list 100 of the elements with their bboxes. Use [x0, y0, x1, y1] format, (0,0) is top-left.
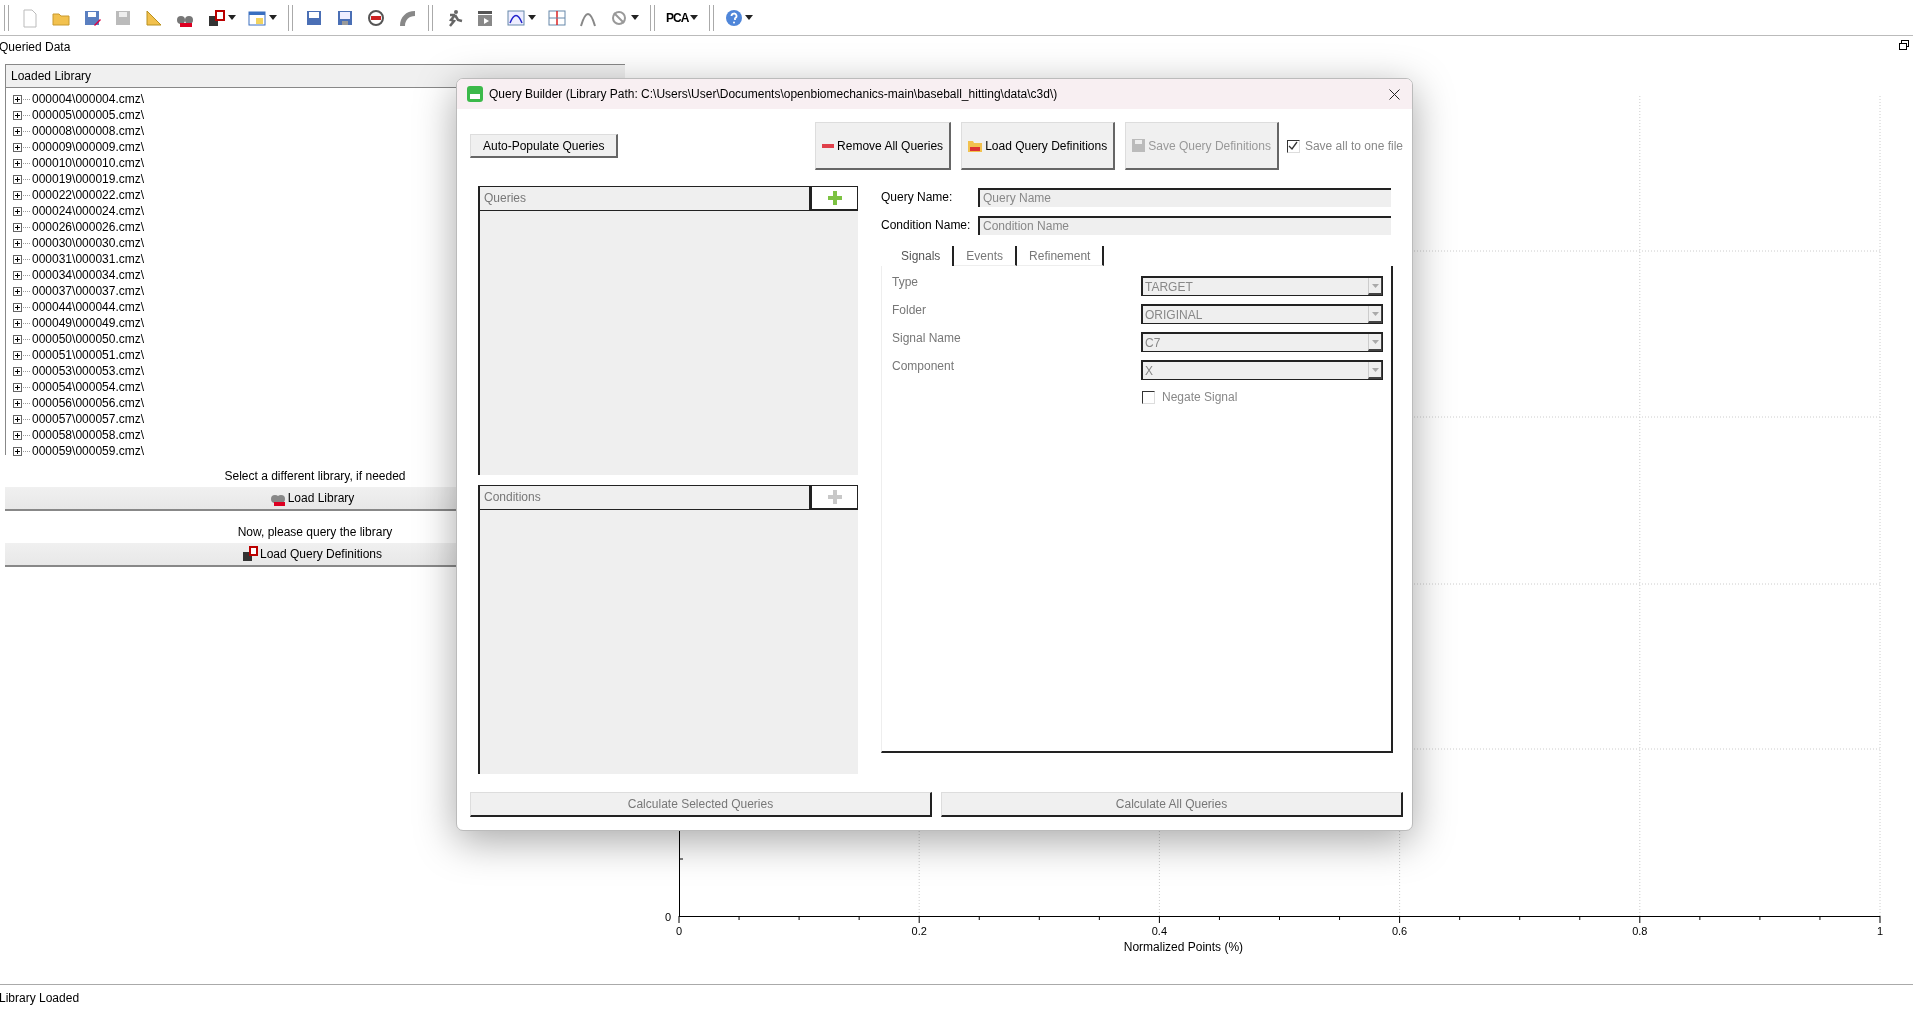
- tree-item[interactable]: 000051\000051.cmz\: [32, 347, 145, 363]
- caret-icon[interactable]: [631, 15, 639, 20]
- expand-icon[interactable]: [13, 366, 22, 376]
- expand-icon[interactable]: [13, 430, 22, 440]
- caret-icon: [1371, 311, 1379, 316]
- caret-icon[interactable]: [745, 15, 754, 20]
- tree-item[interactable]: 000050\000050.cmz\: [32, 331, 145, 347]
- tree-item[interactable]: 000059\000059.cmz\: [32, 443, 145, 459]
- field-label: Component: [892, 358, 956, 374]
- axis-tick-label: 0.2: [911, 925, 927, 937]
- tree-item[interactable]: 000010\000010.cmz\: [32, 155, 145, 171]
- expand-icon[interactable]: [13, 334, 22, 344]
- checkbox-label: Negate Signal: [1162, 390, 1238, 404]
- expand-icon[interactable]: [13, 254, 22, 264]
- expand-icon[interactable]: [13, 206, 22, 216]
- field-label: Signal Name: [892, 330, 962, 346]
- expand-icon[interactable]: [13, 382, 22, 392]
- tree-item[interactable]: 000034\000034.cmz\: [32, 267, 145, 283]
- condition-name-field[interactable]: Condition Name: [978, 215, 1391, 235]
- tree-item[interactable]: 000058\000058.cmz\: [32, 427, 145, 443]
- query-name-field[interactable]: Query Name: [978, 187, 1391, 207]
- curve-icon[interactable]: [506, 7, 526, 28]
- plus-icon: [827, 490, 842, 504]
- pca-menu-button[interactable]: PCA: [666, 10, 689, 25]
- tree-item[interactable]: 000030\000030.cmz\: [32, 235, 145, 251]
- restore-icon[interactable]: [1899, 40, 1909, 50]
- hint-text: Select a different library, if needed: [223, 468, 407, 485]
- caret-icon[interactable]: [228, 15, 236, 20]
- minus-icon: [822, 143, 835, 148]
- expand-icon[interactable]: [13, 222, 22, 232]
- checkbox[interactable]: [1142, 390, 1155, 404]
- tree-item[interactable]: 000008\000008.cmz\: [32, 123, 145, 139]
- field-label: Query Name:: [881, 190, 954, 204]
- expand-icon[interactable]: [13, 350, 22, 360]
- window-title: Query Builder (Library Path: C:\Users\User\Documents\openbiomechanics-main\baseball_hitting\data\c3d\): [489, 87, 1059, 101]
- caret-icon: [1371, 367, 1379, 372]
- list-header: Conditions: [480, 485, 810, 510]
- checkbox-label: Save all to one file: [1304, 139, 1403, 153]
- expand-icon[interactable]: [13, 174, 22, 184]
- field-label: Condition Name:: [881, 218, 972, 232]
- close-icon[interactable]: [1389, 88, 1400, 100]
- panel-title: Queried Data: [0, 40, 72, 56]
- field-label: Folder: [892, 302, 927, 318]
- auto-populate-button[interactable]: Auto-Populate Queries: [470, 134, 619, 158]
- status-text: Library Loaded: [0, 991, 80, 1005]
- tree-item[interactable]: 000009\000009.cmz\: [32, 139, 145, 155]
- expand-icon[interactable]: [13, 190, 22, 200]
- tree-item[interactable]: 000031\000031.cmz\: [32, 251, 145, 267]
- checkbox[interactable]: [1286, 139, 1300, 153]
- tree-item[interactable]: 000004\000004.cmz\: [32, 91, 145, 107]
- caret-icon[interactable]: [269, 15, 277, 20]
- help-icon[interactable]: [725, 8, 744, 27]
- tree-item[interactable]: 000044\000044.cmz\: [32, 299, 145, 315]
- query-icon[interactable]: [206, 7, 226, 28]
- expand-icon[interactable]: [13, 110, 22, 120]
- load-queries-button[interactable]: Load Query Definitions: [961, 122, 1116, 170]
- caret-icon[interactable]: [690, 15, 699, 20]
- tree-item[interactable]: 000026\000026.cmz\: [32, 219, 145, 235]
- expand-icon[interactable]: [13, 302, 22, 312]
- remove-queries-button[interactable]: Remove All Queries: [815, 122, 952, 170]
- plus-icon: [827, 191, 842, 205]
- folder-icon: [968, 139, 983, 152]
- expand-icon[interactable]: [13, 414, 22, 424]
- field-label: Type: [892, 274, 919, 290]
- expand-icon[interactable]: [13, 446, 22, 456]
- tree-item[interactable]: 000024\000024.cmz\: [32, 203, 145, 219]
- expand-icon[interactable]: [13, 238, 22, 248]
- tab[interactable]: Events: [954, 246, 1018, 266]
- axis-tick-label: 0: [675, 925, 683, 937]
- app-icon: [467, 86, 483, 102]
- tree-item[interactable]: 000054\000054.cmz\: [32, 379, 145, 395]
- axis-title: Normalized Points (%): [1123, 940, 1244, 954]
- expand-icon[interactable]: [13, 318, 22, 328]
- add-button[interactable]: [810, 186, 858, 211]
- expand-icon[interactable]: [13, 398, 22, 408]
- axis-tick-label: 0.6: [1391, 925, 1408, 937]
- tree-item[interactable]: 000037\000037.cmz\: [32, 283, 145, 299]
- tree-item[interactable]: 000056\000056.cmz\: [32, 395, 145, 411]
- expand-icon[interactable]: [13, 286, 22, 296]
- list-header: Queries: [480, 186, 810, 211]
- expand-icon[interactable]: [13, 142, 22, 152]
- tree-item[interactable]: 000005\000005.cmz\: [32, 107, 145, 123]
- expand-icon[interactable]: [13, 270, 22, 280]
- tree-item[interactable]: 000019\000019.cmz\: [32, 171, 145, 187]
- axis-tick-label: 1: [1876, 925, 1884, 937]
- tree-item[interactable]: 000057\000057.cmz\: [32, 411, 145, 427]
- query-icon: [241, 546, 258, 562]
- tree-item[interactable]: 000022\000022.cmz\: [32, 187, 145, 203]
- axis-tick-label: 0.4: [1151, 925, 1168, 937]
- expand-icon[interactable]: [13, 94, 22, 104]
- save-icon: [1132, 139, 1146, 152]
- tree-item[interactable]: 000053\000053.cmz\: [32, 363, 145, 379]
- crosshair-icon[interactable]: [547, 7, 567, 28]
- tab[interactable]: Refinement: [1017, 246, 1105, 266]
- axis-tick-label: 0.8: [1632, 925, 1648, 937]
- expand-icon[interactable]: [13, 126, 22, 136]
- tree-item[interactable]: 000049\000049.cmz\: [32, 315, 145, 331]
- hint-text: Now, please query the library: [236, 524, 394, 541]
- expand-icon[interactable]: [13, 158, 22, 168]
- caret-icon[interactable]: [528, 15, 536, 20]
